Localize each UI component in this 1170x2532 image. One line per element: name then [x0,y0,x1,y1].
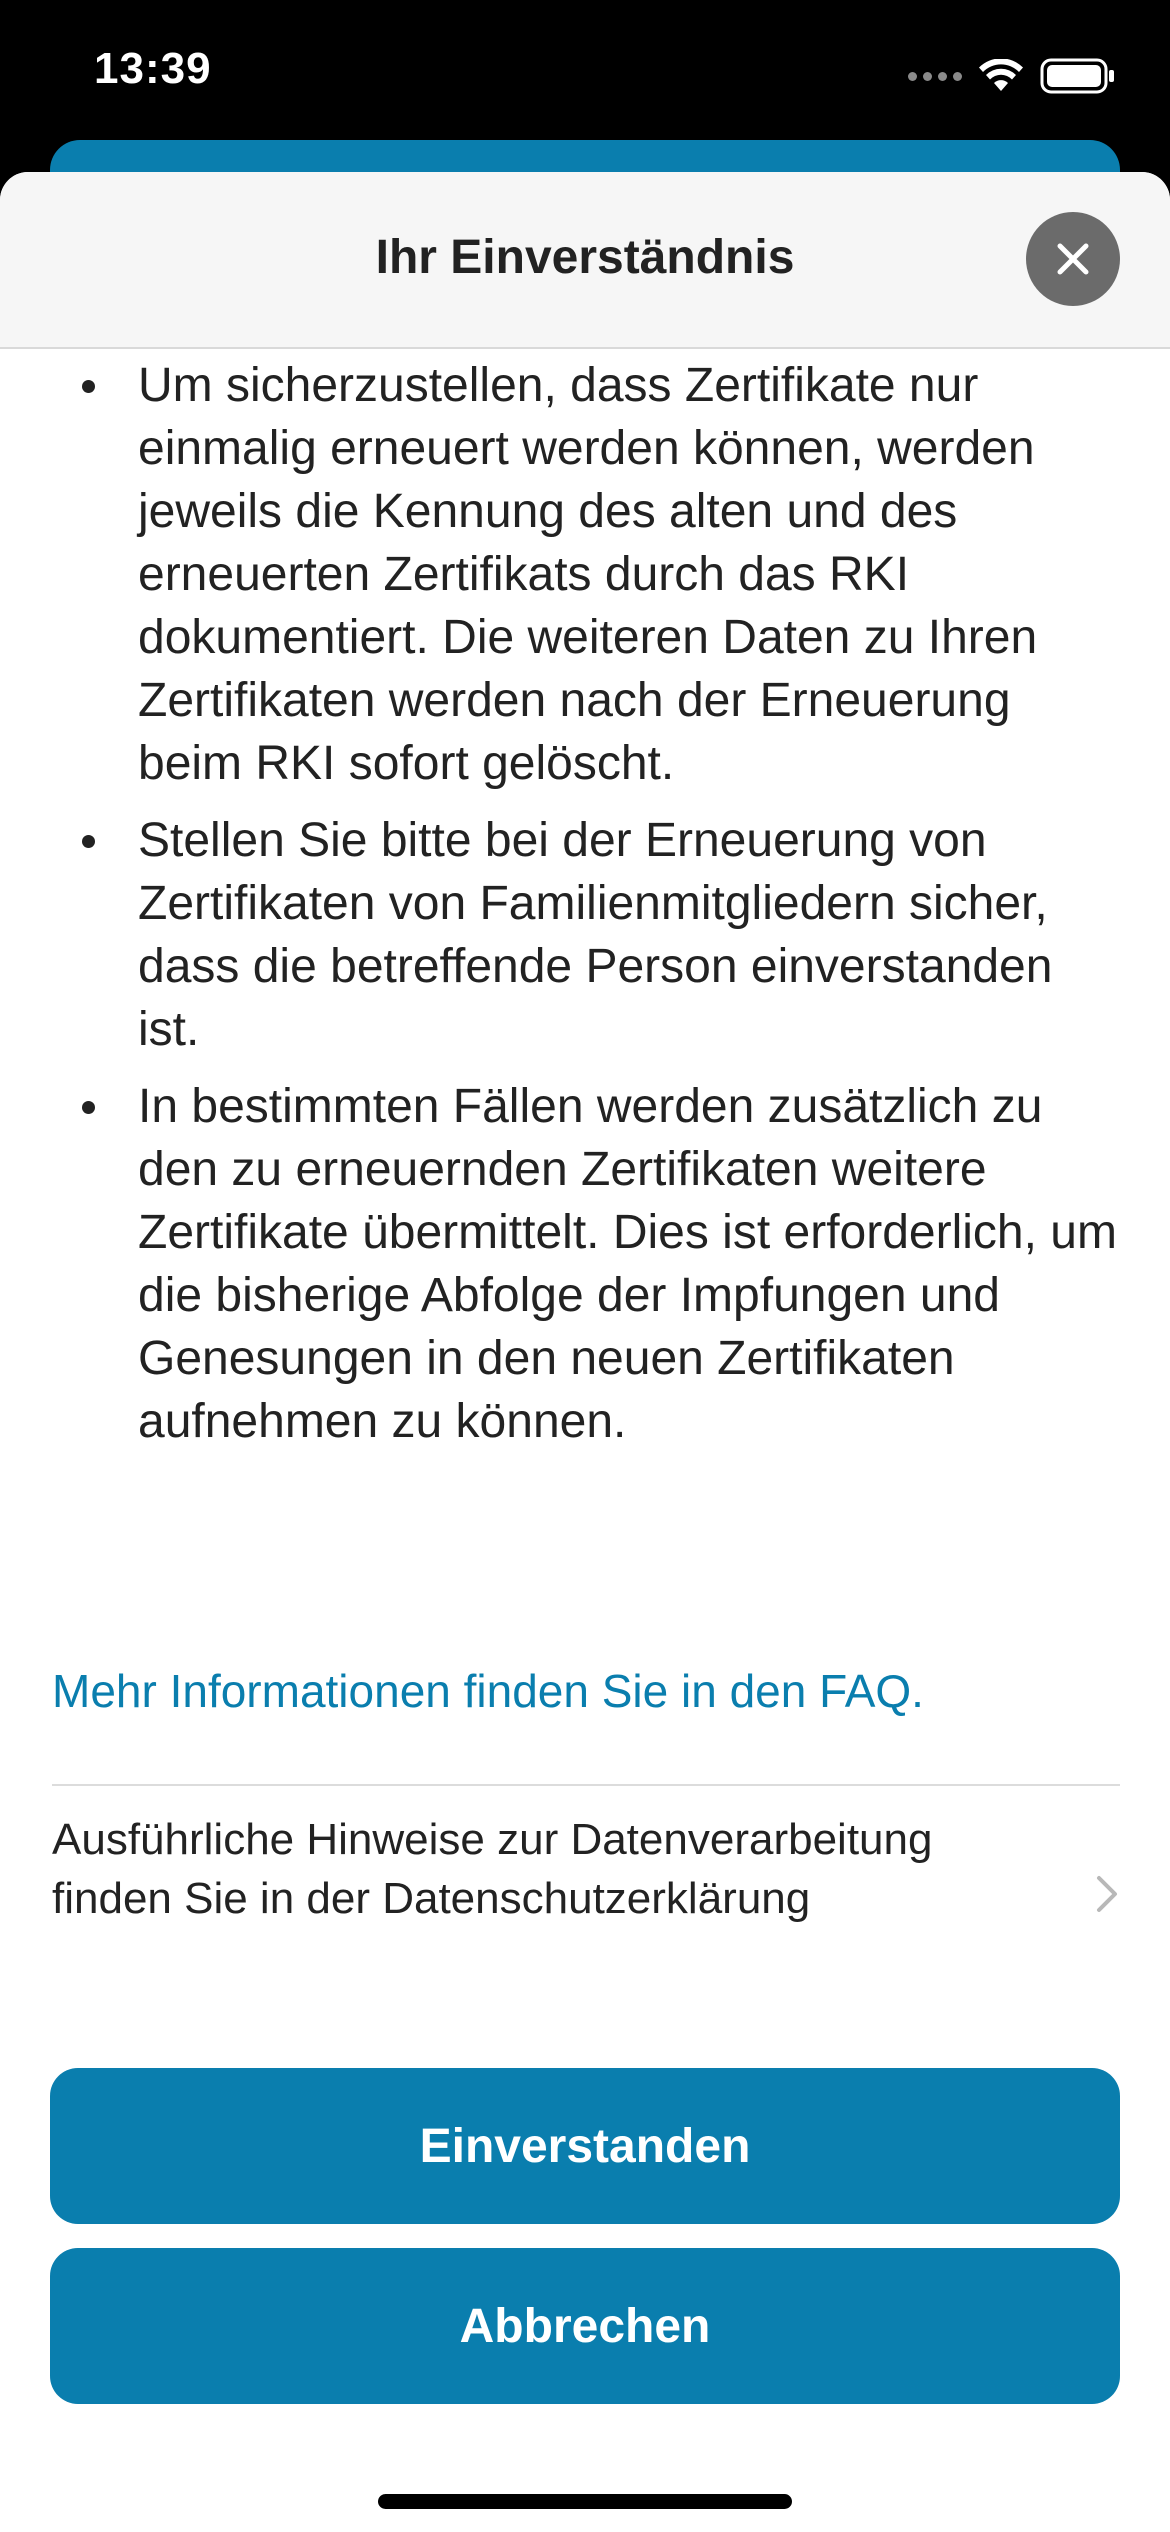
bullet-icon [82,1101,95,1114]
faq-link[interactable]: Mehr Informationen finden Sie in den FAQ… [52,1664,924,1718]
home-indicator[interactable] [378,2494,792,2509]
bullet-text: In bestimmten Fällen werden zusätzlich z… [138,1080,1117,1448]
cellular-signal-icon [908,71,962,81]
agree-button[interactable]: Einverstanden [50,2068,1120,2224]
sheet-header: Ihr Einverständnis [0,172,1170,349]
list-item: Stellen Sie bitte bei der Erneuerung von… [0,809,1170,1061]
bullet-text: Stellen Sie bitte bei der Erneuerung von… [138,814,1053,1056]
bullet-text: Um sicherzustellen, dass Zertifikate nur… [138,359,1038,790]
bullet-icon [82,835,95,848]
bullet-icon [82,380,95,393]
privacy-policy-row[interactable]: Ausführliche Hinweise zur Datenverarbeit… [52,1810,1120,1990]
chevron-right-icon [1097,1876,1117,1912]
battery-icon [1040,58,1114,94]
status-icons [908,56,1116,96]
consent-sheet: Ihr Einverständnis Um sicherzustellen, d… [0,172,1170,2532]
list-item: In bestimmten Fällen werden zusätzlich z… [0,1075,1170,1453]
privacy-policy-text: Ausführliche Hinweise zur Datenverarbeit… [52,1815,933,1923]
cancel-button[interactable]: Abbrechen [50,2248,1120,2404]
close-button[interactable] [1026,212,1120,306]
sheet-title: Ihr Einverständnis [375,231,795,284]
divider [52,1784,1120,1786]
wifi-icon [979,59,1023,91]
list-item: Um sicherzustellen, dass Zertifikate nur… [0,354,1170,795]
consent-bullet-list: Um sicherzustellen, dass Zertifikate nur… [0,354,1170,1467]
status-time: 13:39 [94,44,212,93]
close-icon [1057,243,1089,275]
status-bar: 13:39 [0,0,1170,140]
